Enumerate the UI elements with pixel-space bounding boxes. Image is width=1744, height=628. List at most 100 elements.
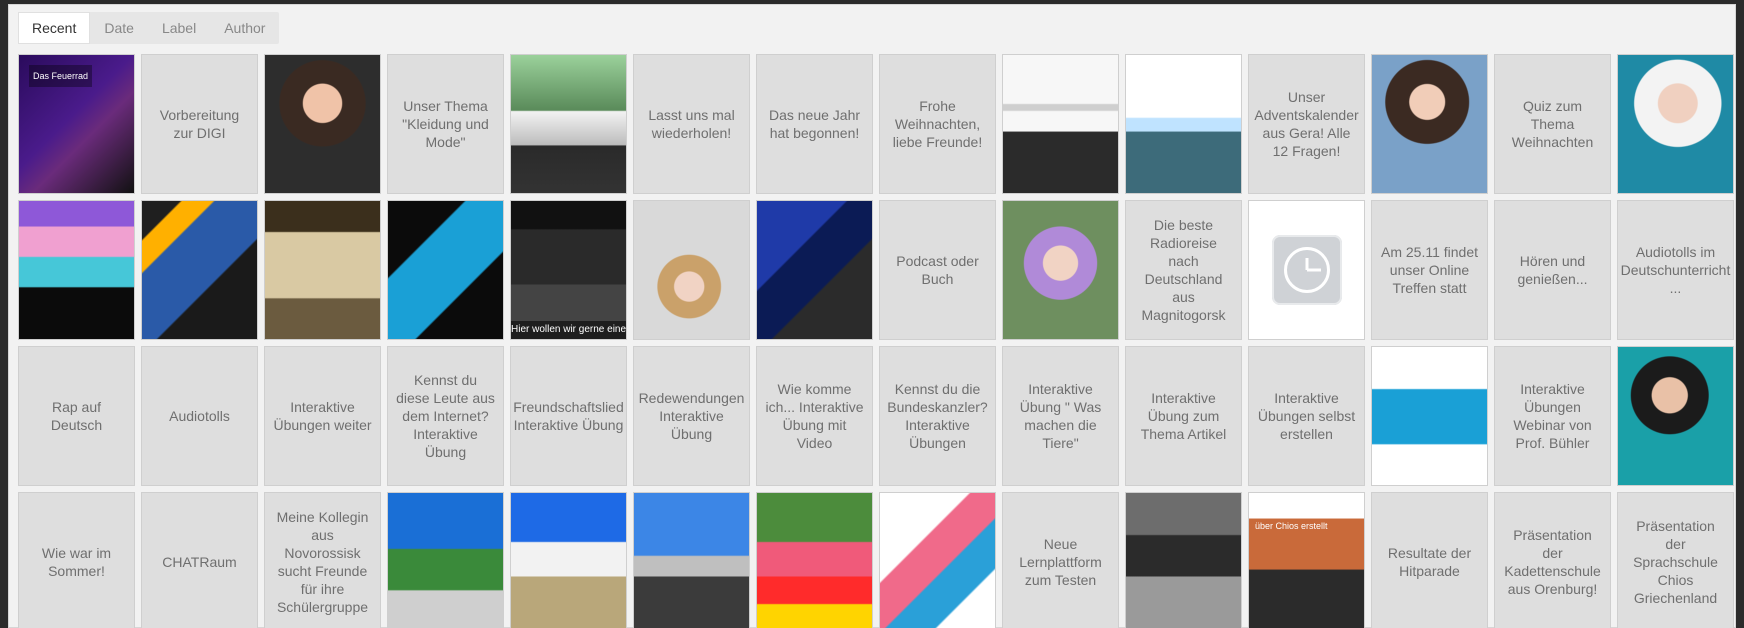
slide-thumbnail[interactable]: JIGSAW PLANET - TOOL bbox=[1371, 346, 1488, 486]
post-title: Interaktive Übung zum Thema Artikel bbox=[1140, 390, 1227, 442]
post-card[interactable]: Audiotolls im Deutschunterricht ... bbox=[1617, 200, 1734, 340]
post-card[interactable]: Neue Lernplattform zum Testen bbox=[1002, 492, 1119, 628]
group-photo[interactable] bbox=[510, 54, 627, 194]
post-title: Wie komme ich... Interaktive Übung mit V… bbox=[765, 381, 864, 451]
thumbnail-image bbox=[388, 493, 503, 628]
thumbnail-image bbox=[880, 493, 995, 628]
post-card[interactable]: Interaktive Übung zum Thema Artikel bbox=[1125, 346, 1242, 486]
book-cover[interactable] bbox=[141, 200, 258, 340]
post-card[interactable]: Resultate der Hitparade bbox=[1371, 492, 1488, 628]
clock-thumbnail[interactable] bbox=[1248, 200, 1365, 340]
post-title: Meine Kollegin aus Novorossisk sucht Fre… bbox=[276, 509, 369, 615]
thumbnail-title: Das Feuerrad bbox=[29, 65, 93, 87]
post-card[interactable]: Freundschaftslied Interaktive Übung bbox=[510, 346, 627, 486]
post-title: Interaktive Übungen weiter bbox=[273, 399, 372, 433]
portrait-photo[interactable] bbox=[633, 200, 750, 340]
post-title: Kennst du die Bundeskanzler? Interaktive… bbox=[887, 381, 988, 451]
post-title: Präsentation der Sprachschule Chios Grie… bbox=[1633, 518, 1718, 606]
post-card[interactable]: Lasst uns mal wiederholen! bbox=[633, 54, 750, 194]
post-title: Am 25.11 findet unser Online Treffen sta… bbox=[1380, 244, 1479, 296]
portrait-photo[interactable] bbox=[1371, 54, 1488, 194]
post-title: Audiotolls bbox=[169, 408, 230, 424]
post-card[interactable]: Unser Adventskalender aus Gera! Alle 12 … bbox=[1248, 54, 1365, 194]
post-title: CHATRaum bbox=[162, 554, 237, 570]
clock-minute-hand bbox=[1306, 268, 1321, 272]
video-thumbnail[interactable]: Wir haben das Video über Chios erstellt bbox=[1248, 492, 1365, 628]
clock-face bbox=[1283, 247, 1330, 293]
post-card[interactable]: Interaktive Übungen weiter bbox=[264, 346, 381, 486]
video-thumbnail[interactable] bbox=[387, 200, 504, 340]
post-title: Interaktive Übungen selbst erstellen bbox=[1257, 390, 1356, 442]
thumbnail-image bbox=[1126, 493, 1241, 628]
cartoon-thumbnail[interactable] bbox=[264, 200, 381, 340]
app-frame: Recent Date Label Author Das Feuerrad Vor… bbox=[8, 4, 1736, 628]
post-title: Frohe Weihnachten, liebe Freunde! bbox=[892, 98, 983, 150]
thumbnail-image bbox=[1003, 55, 1118, 193]
video-screenshot[interactable]: Hier wollen wir gerne einen bbox=[510, 200, 627, 340]
post-card[interactable]: Wie komme ich... Interaktive Übung mit V… bbox=[756, 346, 873, 486]
landscape-photo[interactable] bbox=[387, 492, 504, 628]
view-tabs: Recent Date Label Author bbox=[18, 12, 280, 44]
landscape-photo[interactable] bbox=[633, 492, 750, 628]
post-card[interactable]: Interaktive Übungen selbst erstellen bbox=[1248, 346, 1365, 486]
post-title: Freundschaftslied Interaktive Übung bbox=[513, 399, 624, 433]
video-screenshot[interactable] bbox=[1125, 54, 1242, 194]
post-card[interactable]: Präsentation der Kadettenschule aus Oren… bbox=[1494, 492, 1611, 628]
palace-photo[interactable] bbox=[510, 492, 627, 628]
post-title: Hören und genießen... bbox=[1517, 253, 1588, 287]
bw-photo[interactable] bbox=[1125, 492, 1242, 628]
thumbnail-image bbox=[265, 55, 380, 193]
post-card[interactable]: Meine Kollegin aus Novorossisk sucht Fre… bbox=[264, 492, 381, 628]
thumbnail-image bbox=[757, 201, 872, 339]
portrait-photo[interactable] bbox=[1617, 54, 1734, 194]
post-title: Vorbereitung zur DIGI bbox=[159, 107, 240, 141]
thumbnail-image bbox=[19, 201, 134, 339]
post-card[interactable]: Redewendungen Interaktive Übung bbox=[633, 346, 750, 486]
post-card[interactable]: Quiz zum Thema Weihnachten bbox=[1494, 54, 1611, 194]
post-title: Quiz zum Thema Weihnachten bbox=[1511, 98, 1594, 150]
post-card[interactable]: Interaktive Übung " Was machen die Tiere… bbox=[1002, 346, 1119, 486]
post-card[interactable]: Vorbereitung zur DIGI bbox=[141, 54, 258, 194]
post-card[interactable]: Hören und genießen... bbox=[1494, 200, 1611, 340]
post-card[interactable]: Unser Thema "Kleidung und Mode" bbox=[387, 54, 504, 194]
tab-recent[interactable]: Recent bbox=[18, 12, 91, 44]
post-card[interactable]: Kennst du diese Leute aus dem Internet? … bbox=[387, 346, 504, 486]
post-card[interactable]: Kennst du die Bundeskanzler? Interaktive… bbox=[879, 346, 996, 486]
illustration[interactable] bbox=[18, 200, 135, 340]
post-title: Wie war im Sommer! bbox=[41, 545, 112, 579]
video-thumbnail[interactable]: Das Feuerrad bbox=[18, 54, 135, 194]
post-card[interactable]: Frohe Weihnachten, liebe Freunde! bbox=[879, 54, 996, 194]
tab-date[interactable]: Date bbox=[90, 12, 148, 44]
thumbnail-image bbox=[1618, 55, 1733, 193]
collage-thumbnail[interactable] bbox=[879, 492, 996, 628]
thumbnail-title: Wir haben das Video über Chios erstellt bbox=[1255, 503, 1339, 531]
post-card[interactable]: Die beste Radioreise nach Deutschland au… bbox=[1125, 200, 1242, 340]
portrait-photo[interactable] bbox=[1002, 200, 1119, 340]
post-title: Rap auf Deutsch bbox=[50, 399, 103, 433]
tab-label[interactable]: Label bbox=[148, 12, 210, 44]
post-card[interactable]: Podcast oder Buch bbox=[879, 200, 996, 340]
post-title: Die beste Radioreise nach Deutschland au… bbox=[1141, 217, 1226, 323]
tulips-photo[interactable] bbox=[756, 492, 873, 628]
post-card[interactable]: Am 25.11 findet unser Online Treffen sta… bbox=[1371, 200, 1488, 340]
portrait-photo[interactable] bbox=[1617, 346, 1734, 486]
tab-author[interactable]: Author bbox=[210, 12, 279, 44]
post-card[interactable]: Audiotolls bbox=[141, 346, 258, 486]
post-card[interactable]: Das neue Jahr hat begonnen! bbox=[756, 54, 873, 194]
thumbnail-image bbox=[757, 493, 872, 628]
thumbnail-image bbox=[1003, 201, 1118, 339]
post-card[interactable]: Interaktive Übungen Webinar von Prof. Bü… bbox=[1494, 346, 1611, 486]
classroom-photo[interactable] bbox=[756, 200, 873, 340]
video-thumbnail[interactable] bbox=[264, 54, 381, 194]
post-title: Das neue Jahr hat begonnen! bbox=[768, 107, 861, 141]
post-title: Kennst du diese Leute aus dem Internet? … bbox=[396, 372, 495, 460]
post-title: Interaktive Übungen Webinar von Prof. Bü… bbox=[1513, 381, 1592, 451]
post-card[interactable]: CHATRaum bbox=[141, 492, 258, 628]
post-card[interactable]: Rap auf Deutsch bbox=[18, 346, 135, 486]
blog-screenshot[interactable] bbox=[1002, 54, 1119, 194]
post-card[interactable]: Präsentation der Sprachschule Chios Grie… bbox=[1617, 492, 1734, 628]
post-card[interactable]: Wie war im Sommer! bbox=[18, 492, 135, 628]
thumbnail-image bbox=[1126, 55, 1241, 193]
post-title: Interaktive Übung " Was machen die Tiere… bbox=[1019, 381, 1102, 451]
thumbnail-image bbox=[511, 493, 626, 628]
